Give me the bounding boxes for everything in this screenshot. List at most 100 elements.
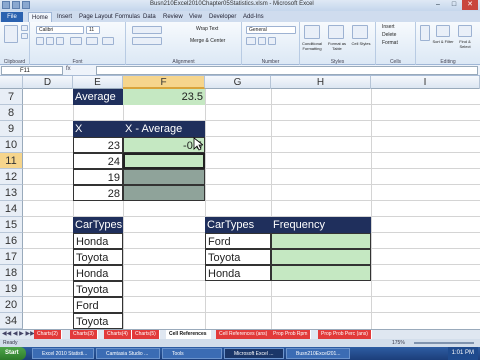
- name-box[interactable]: F11: [1, 66, 63, 75]
- paste-icon[interactable]: [4, 25, 18, 43]
- row-header-selected[interactable]: 11: [0, 153, 23, 169]
- deviation-cell[interactable]: [123, 169, 205, 185]
- font-color-icon[interactable]: [102, 37, 114, 45]
- sort-filter-icon[interactable]: [436, 25, 450, 37]
- tab-file[interactable]: File: [1, 12, 23, 22]
- worksheet-grid[interactable]: Average 23.5 X X - Average 23 24 19 28 -…: [23, 89, 480, 329]
- cartype-cell[interactable]: Toyota: [73, 313, 123, 329]
- sheet-tab[interactable]: Charts(5): [132, 330, 160, 339]
- freq-cartype-cell[interactable]: Ford: [205, 233, 271, 249]
- sheet-tab[interactable]: Prop Prob Perc (ans): [318, 330, 372, 339]
- row-header[interactable]: 8: [0, 105, 23, 121]
- freq-cartype-cell[interactable]: Toyota: [205, 249, 271, 265]
- comma-icon[interactable]: [268, 37, 276, 45]
- system-clock[interactable]: 1:01 PM: [447, 347, 478, 360]
- font-size-select[interactable]: 11: [86, 26, 100, 34]
- tab-page-layout[interactable]: Page Layout: [76, 12, 116, 22]
- format-as-table-label[interactable]: Format as Table: [325, 41, 349, 51]
- save-icon[interactable]: [12, 1, 20, 9]
- sheet-tab[interactable]: Charts(4): [104, 330, 132, 339]
- x-header-cell[interactable]: X: [73, 121, 123, 137]
- cartype-cell[interactable]: Honda: [73, 265, 123, 281]
- zoom-slider[interactable]: [414, 342, 474, 344]
- deviation-cell[interactable]: [123, 185, 205, 201]
- cell-styles-label[interactable]: Cell Styles: [350, 41, 372, 46]
- zoom-level[interactable]: 175%: [392, 339, 405, 347]
- row-header[interactable]: 7: [0, 89, 23, 105]
- cartype-cell[interactable]: Toyota: [73, 249, 123, 265]
- sheet-tab[interactable]: Cell References (ans): [216, 330, 272, 339]
- cut-icon[interactable]: [21, 25, 28, 31]
- active-cell-f11[interactable]: [123, 153, 205, 169]
- autosum-icon[interactable]: [420, 25, 430, 41]
- freq-cartype-cell[interactable]: Honda: [205, 265, 271, 281]
- row-header[interactable]: 13: [0, 185, 23, 201]
- tab-add-ins[interactable]: Add-Ins: [240, 12, 267, 22]
- start-button[interactable]: Start: [0, 347, 26, 360]
- sheet-tab[interactable]: Charts(2): [34, 330, 62, 339]
- column-header-f[interactable]: F: [123, 76, 205, 89]
- currency-icon[interactable]: [246, 37, 256, 45]
- taskbar-item[interactable]: Tools: [162, 348, 222, 359]
- row-header[interactable]: 18: [0, 265, 23, 281]
- conditional-formatting-label[interactable]: Conditional Formatting: [300, 41, 324, 51]
- row-header[interactable]: 20: [0, 297, 23, 313]
- fill-color-icon[interactable]: [86, 37, 98, 45]
- underline-icon[interactable]: [56, 37, 64, 45]
- format-as-table-icon[interactable]: [328, 25, 344, 39]
- tab-home[interactable]: Home: [28, 12, 53, 22]
- number-format-select[interactable]: General: [246, 26, 296, 34]
- italic-icon[interactable]: [46, 37, 54, 45]
- formula-input[interactable]: [96, 66, 478, 75]
- row-header[interactable]: 14: [0, 201, 23, 217]
- format-cells-button[interactable]: Format: [382, 40, 398, 46]
- frequency-cell[interactable]: [271, 233, 371, 249]
- row-header[interactable]: 16: [0, 233, 23, 249]
- sort-filter-label[interactable]: Sort & Filter: [432, 39, 454, 44]
- maximize-button[interactable]: □: [446, 0, 462, 10]
- font-name-select[interactable]: Calibri: [36, 26, 84, 34]
- percent-icon[interactable]: [258, 37, 266, 45]
- tab-data[interactable]: Data: [140, 12, 159, 22]
- taskbar-item[interactable]: Excel 2010 Statisti...: [32, 348, 94, 359]
- tab-review[interactable]: Review: [160, 12, 186, 22]
- row-header[interactable]: 19: [0, 281, 23, 297]
- row-header[interactable]: 12: [0, 169, 23, 185]
- minimize-button[interactable]: –: [430, 0, 446, 10]
- column-header-h[interactable]: H: [271, 76, 371, 89]
- borders-icon[interactable]: [70, 37, 82, 45]
- frequency-header-cell[interactable]: Frequency: [271, 217, 371, 233]
- sheet-tab[interactable]: Prop Prob Rpm: [270, 330, 312, 339]
- insert-cells-button[interactable]: Insert: [382, 24, 395, 30]
- bold-icon[interactable]: [36, 37, 44, 45]
- sheet-nav-arrows-icon[interactable]: ◀◀ ◀ ▶ ▶▶: [2, 330, 35, 339]
- sheet-tab-active[interactable]: Cell References: [166, 330, 211, 339]
- average-value-cell[interactable]: 23.5: [123, 89, 205, 105]
- column-header-g[interactable]: G: [205, 76, 271, 89]
- sheet-tab[interactable]: Charts(3): [70, 330, 98, 339]
- average-label-cell[interactable]: Average: [73, 89, 123, 105]
- copy-icon[interactable]: [21, 33, 28, 39]
- quick-access-toolbar[interactable]: [2, 1, 30, 10]
- conditional-formatting-icon[interactable]: [304, 25, 320, 39]
- merge-center-button[interactable]: Merge & Center: [190, 38, 225, 44]
- x-value-cell[interactable]: 28: [73, 185, 123, 201]
- cell-styles-icon[interactable]: [352, 25, 368, 39]
- x-minus-average-header-cell[interactable]: X - Average: [123, 121, 205, 137]
- tab-formulas[interactable]: Formulas: [112, 12, 143, 22]
- tab-insert[interactable]: Insert: [54, 12, 75, 22]
- undo-icon[interactable]: [22, 1, 30, 9]
- delete-cells-button[interactable]: Delete: [382, 32, 396, 38]
- taskbar-item-active[interactable]: Microsoft Excel ...: [224, 348, 284, 359]
- x-value-cell[interactable]: 23: [73, 137, 123, 153]
- freq-cartypes-header-cell[interactable]: CarTypes: [205, 217, 271, 233]
- cartype-cell[interactable]: Honda: [73, 233, 123, 249]
- row-header[interactable]: 17: [0, 249, 23, 265]
- insert-function-icon[interactable]: fx: [66, 66, 71, 72]
- horizontal-align-icons[interactable]: [132, 37, 162, 45]
- cartype-cell[interactable]: Toyota: [73, 281, 123, 297]
- find-select-icon[interactable]: [458, 25, 472, 37]
- row-header[interactable]: 15: [0, 217, 23, 233]
- cartypes-header-cell[interactable]: CarTypes: [73, 217, 123, 233]
- close-button[interactable]: ✕: [462, 0, 478, 10]
